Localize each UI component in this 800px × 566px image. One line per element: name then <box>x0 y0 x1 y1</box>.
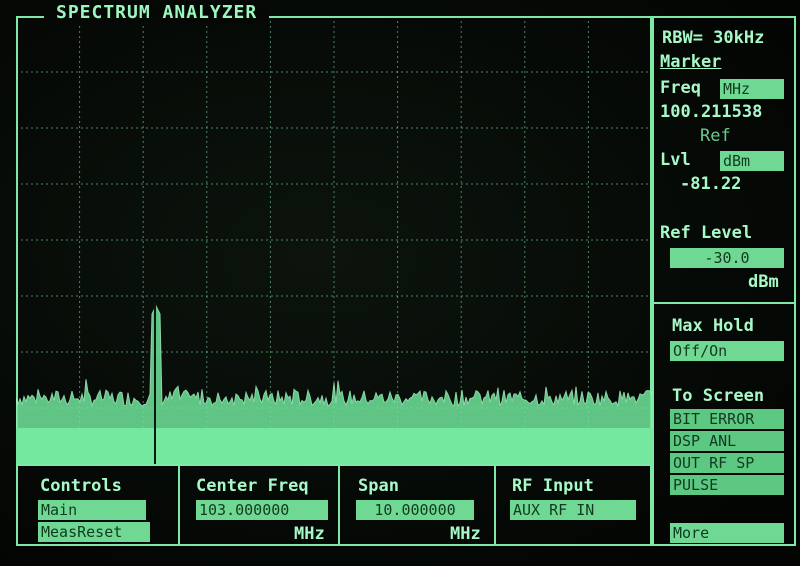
softkey-bar: Controls Main MeasReset Center Freq 103.… <box>16 464 652 546</box>
noise-floor-fill <box>16 428 652 464</box>
to-screen-item-pulse[interactable]: PULSE <box>670 475 784 495</box>
more-button[interactable]: More <box>670 523 784 543</box>
marker-label: Marker <box>660 52 722 72</box>
analyzer-screen: SPECTRUM ANALYZER RBW= 30kHz Marker Freq… <box>0 0 800 566</box>
controls-measreset[interactable]: MeasReset <box>38 522 150 542</box>
center-freq-label: Center Freq <box>196 476 309 496</box>
side-divider <box>654 302 794 304</box>
lvl-unit-field[interactable]: dBm <box>720 151 784 171</box>
spectrum-plot <box>16 16 652 464</box>
span-field[interactable]: 10.000000 <box>356 500 474 520</box>
marker-freq-value: 100.211538 <box>660 102 763 122</box>
max-hold-toggle[interactable]: Off/On <box>670 341 784 361</box>
span-label: Span <box>358 476 399 496</box>
rf-input-field[interactable]: AUX RF IN <box>510 500 636 520</box>
ref-level-unit: dBm <box>748 272 779 292</box>
freq-unit-field[interactable]: MHz <box>720 79 784 99</box>
ref-level-field[interactable]: -30.0 <box>670 248 784 268</box>
side-panel: RBW= 30kHz Marker Freq MHz 100.211538 Re… <box>652 16 796 546</box>
controls-main[interactable]: Main <box>38 500 146 520</box>
softkey-controls[interactable]: Controls Main MeasReset <box>18 466 180 544</box>
rbw-readout: RBW= 30kHz <box>662 28 765 48</box>
softkey-center-freq[interactable]: Center Freq 103.000000 MHz <box>180 466 340 544</box>
ref-label: Ref <box>700 126 731 146</box>
rf-input-label: RF Input <box>512 476 594 496</box>
center-freq-field[interactable]: 103.000000 <box>196 500 328 520</box>
center-freq-unit: MHz <box>294 524 325 544</box>
softkey-rf-input[interactable]: RF Input AUX RF IN <box>496 466 650 544</box>
lvl-label: Lvl <box>660 150 691 170</box>
to-screen-item-out-rf-sp[interactable]: OUT RF SP <box>670 453 784 473</box>
page-title: SPECTRUM ANALYZER <box>44 2 270 23</box>
to-screen-item-dsp-anl[interactable]: DSP ANL <box>670 431 784 451</box>
ref-level-label: Ref Level <box>660 223 753 243</box>
marker-level-value: -81.22 <box>680 174 742 194</box>
to-screen-item-bit-error[interactable]: BIT ERROR <box>670 409 784 429</box>
max-hold-label: Max Hold <box>672 316 754 336</box>
freq-label: Freq <box>660 78 701 98</box>
span-unit: MHz <box>450 524 481 544</box>
controls-label: Controls <box>40 476 122 496</box>
to-screen-label: To Screen <box>672 386 765 406</box>
softkey-span[interactable]: Span 10.000000 MHz <box>340 466 496 544</box>
